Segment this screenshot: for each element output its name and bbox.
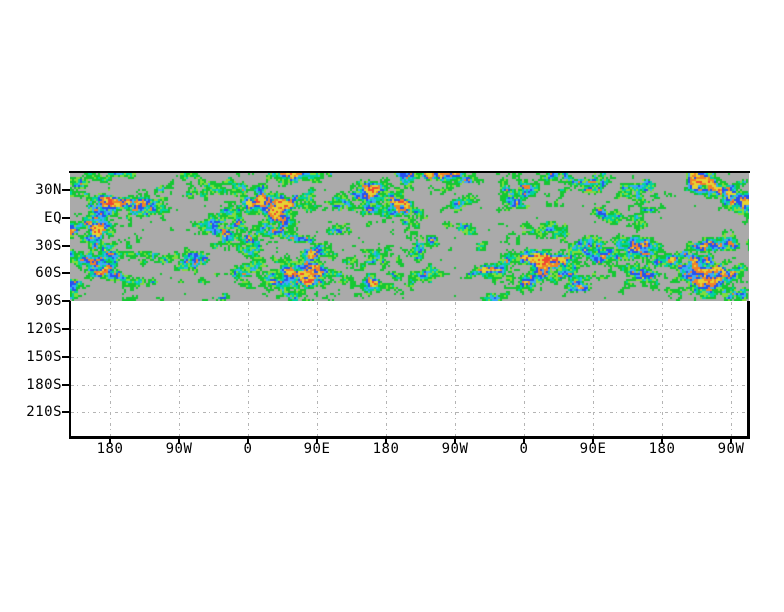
x-tick-label: 90E — [303, 441, 331, 457]
x-tick-label: 90E — [579, 441, 607, 457]
h-gridline — [71, 329, 747, 330]
v-gridline — [110, 302, 111, 436]
y-tick-mark — [62, 216, 70, 219]
plot-frame-left-line — [69, 301, 71, 439]
y-tick-mark — [62, 383, 70, 386]
x-tick-label: 180 — [96, 441, 124, 457]
y-tick-label: EQ — [44, 209, 62, 226]
y-tick-label: 120S — [26, 321, 62, 337]
y-tick-label: 150S — [26, 348, 62, 365]
grads-heatmap-figure: 30N EQ 30S 60S 90S 120S 150S 180S 210S 180 90W 0 90… — [0, 0, 784, 612]
x-axis-line — [69, 436, 750, 439]
y-tick-mark — [62, 328, 70, 330]
h-gridline — [71, 357, 747, 358]
y-tick-label: 30N — [35, 182, 62, 198]
v-gridline — [662, 302, 663, 436]
v-gridline — [317, 302, 318, 436]
shaded-field-canvas — [70, 173, 749, 301]
v-gridline — [179, 302, 180, 436]
x-tick-label: 180 — [372, 441, 400, 457]
y-tick-mark — [62, 189, 70, 191]
y-tick-mark — [62, 272, 70, 275]
v-gridline — [248, 302, 249, 436]
v-gridline — [593, 302, 594, 436]
y-tick-mark — [62, 300, 70, 303]
x-tick-label: 0 — [243, 441, 253, 457]
plot-frame-right-line — [747, 301, 750, 439]
y-tick-mark — [62, 411, 70, 414]
y-tick-mark — [62, 244, 70, 247]
y-tick-mark — [62, 355, 70, 358]
x-tick-label: 0 — [519, 441, 529, 457]
y-tick-label: 60S — [35, 265, 62, 282]
v-gridline — [524, 302, 525, 436]
h-gridline — [71, 385, 747, 386]
x-tick-label: 180 — [648, 441, 676, 457]
v-gridline — [455, 302, 456, 436]
h-gridline — [71, 412, 747, 413]
y-tick-label: 210S — [26, 404, 62, 421]
y-tick-label: 30S — [35, 237, 62, 254]
x-tick-label: 90W — [441, 441, 469, 457]
x-tick-label: 90W — [165, 441, 193, 457]
v-gridline — [731, 302, 732, 436]
y-tick-label: 90S — [35, 293, 62, 310]
v-gridline — [386, 302, 387, 436]
x-tick-label: 90W — [717, 441, 745, 457]
y-tick-label: 180S — [26, 376, 62, 393]
